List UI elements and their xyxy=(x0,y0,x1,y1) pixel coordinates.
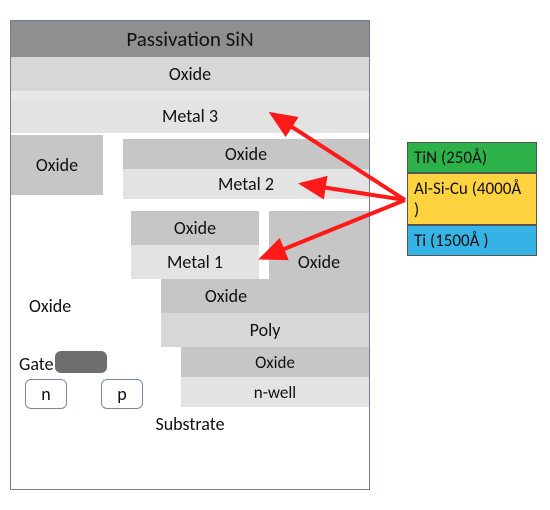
layer-oxide-m3-right: Oxide xyxy=(123,139,369,169)
layer-gap-m3 xyxy=(103,135,123,195)
p-well-box: p xyxy=(101,379,143,409)
layer-oxide-m3-left: Oxide xyxy=(11,135,103,195)
layer-substrate: Substrate xyxy=(11,409,369,489)
layer-oxide-left-label: Oxide xyxy=(29,295,71,317)
legend-entry-ti: Ti (1500Å ) xyxy=(407,225,537,256)
layer-metal-1: Metal 1 xyxy=(131,245,259,279)
layer-metal-3: Metal 3 xyxy=(11,99,369,133)
layer-poly: Poly xyxy=(161,313,369,347)
legend-entry-tin: TiN (250Å) xyxy=(407,142,537,173)
layer-oxide-m1-right: Oxide xyxy=(269,211,369,313)
metal-legend: TiN (250Å) Al-Si-Cu (4000Å ) Ti (1500Å ) xyxy=(407,142,537,256)
layer-passivation: Passivation SiN xyxy=(11,21,369,57)
n-well-box: n xyxy=(25,379,67,409)
layer-gap-m2 xyxy=(123,199,369,211)
layer-oxide-top: Oxide xyxy=(11,57,369,91)
layer-spacer-1 xyxy=(11,91,369,99)
layer-nwell: n-well xyxy=(181,377,369,407)
layer-oxide-m2-a: Oxide xyxy=(131,211,259,245)
gate-region xyxy=(55,351,107,373)
semiconductor-cross-section-diagram: Passivation SiN Oxide Metal 3 Oxide Oxid… xyxy=(0,0,550,510)
legend-entry-alsicu: Al-Si-Cu (4000Å ) xyxy=(407,173,537,225)
layer-metal-2: Metal 2 xyxy=(123,169,369,199)
layer-stack: Passivation SiN Oxide Metal 3 Oxide Oxid… xyxy=(10,20,370,490)
layer-oxide-poly-below: Oxide xyxy=(181,347,369,377)
